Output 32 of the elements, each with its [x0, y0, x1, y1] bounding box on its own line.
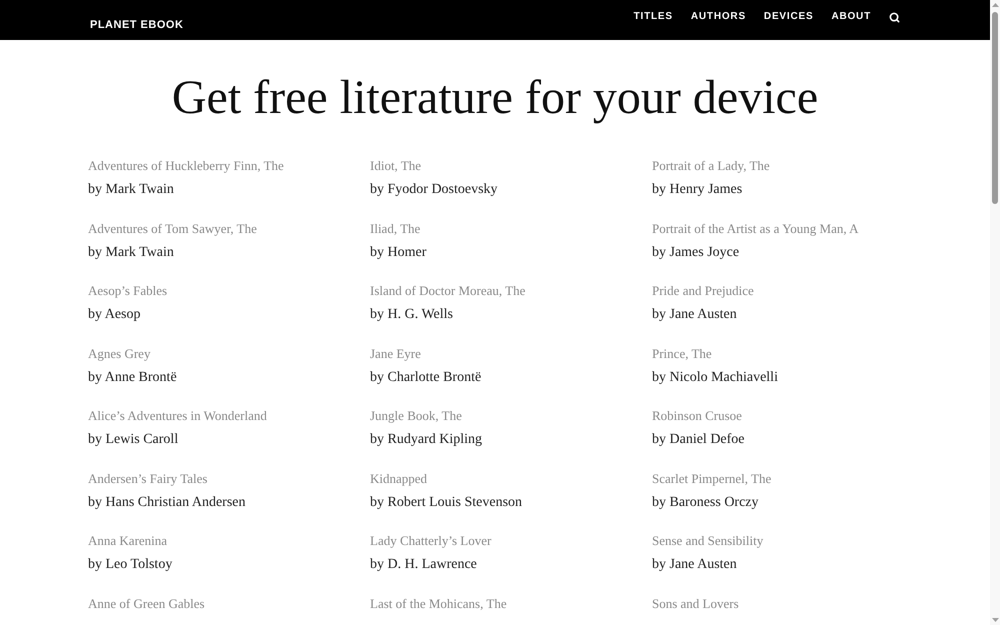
book-author-link[interactable]: by Henry James [652, 178, 742, 202]
book-author-link[interactable]: by Hans Christian Andersen [88, 490, 246, 514]
search-icon[interactable] [889, 12, 900, 23]
book-author-link[interactable]: by Rudyard Kipling [370, 428, 482, 452]
book-author-link[interactable]: by Mark Twain [88, 240, 174, 264]
page-heading: Get free literature for your device [172, 70, 818, 126]
book-author-link[interactable]: by Robert Louis Stevenson [370, 490, 522, 514]
book-author-link[interactable]: by Mark Twain [88, 178, 174, 202]
book-author-link[interactable]: by Baroness Orczy [652, 490, 759, 514]
book-author-link[interactable]: by Anne Brontë [88, 366, 177, 390]
book-author-link[interactable]: by Fyodor Dostoevsky [370, 178, 498, 202]
nav-link[interactable]: AUTHORS [690, 10, 746, 24]
book-author-link[interactable]: by H. G. Wells [370, 303, 454, 327]
book-author-link[interactable]: by Leo Tolstoy [88, 553, 172, 577]
book-author-link[interactable]: by Jane Austen [652, 553, 737, 577]
book-author-link[interactable]: by Daniel Defoe [652, 428, 745, 452]
book-author-link[interactable]: by Charlotte Brontë [370, 366, 482, 390]
scroll-up-arrow-icon[interactable] [992, 3, 998, 7]
book-author-link[interactable]: by Aesop [88, 303, 140, 327]
book-author-link[interactable]: by Jane Austen [652, 303, 737, 327]
nav-link[interactable]: ABOUT [831, 10, 871, 24]
book-author-link[interactable]: by Homer [370, 240, 426, 264]
book-author-link[interactable]: by James Joyce [652, 240, 740, 264]
book-author-link[interactable]: by Nicolo Machiavelli [652, 366, 778, 390]
scrollbar[interactable] [990, 0, 1000, 625]
book-author-link[interactable]: by D. H. Lawrence [370, 553, 477, 577]
scroll-down-arrow-icon[interactable] [992, 618, 998, 622]
site-logo[interactable]: PLANET EBOOK [90, 18, 184, 32]
book-author-link[interactable]: by Lewis Caroll [88, 428, 178, 452]
nav-link[interactable]: TITLES [634, 10, 673, 24]
nav-link[interactable]: DEVICES [764, 10, 814, 24]
scrollbar-thumb[interactable] [992, 12, 998, 204]
